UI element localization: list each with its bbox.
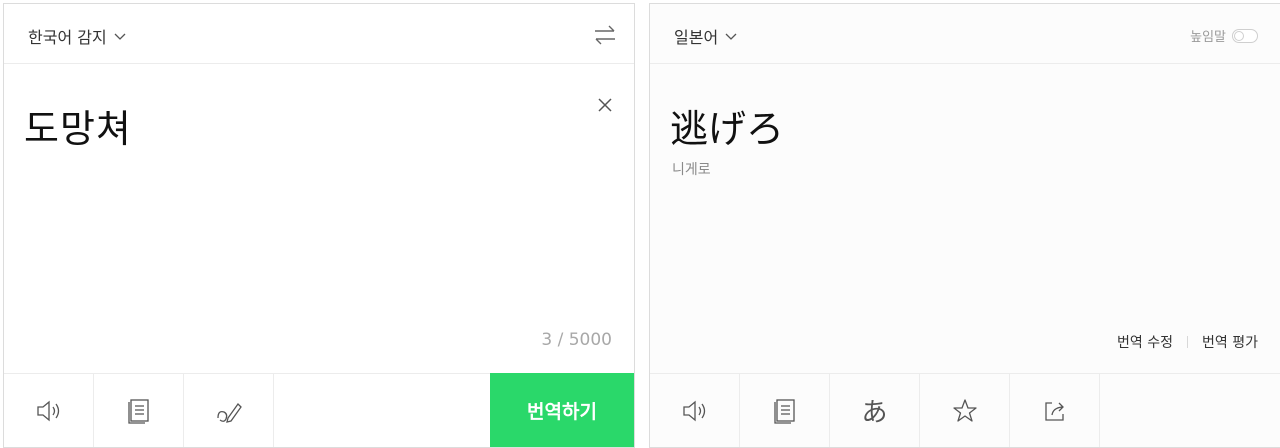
honorific-label: 높임말 — [1190, 30, 1226, 45]
close-icon[interactable] — [596, 96, 614, 114]
source-handwriting-button[interactable] — [184, 374, 274, 447]
translation-text: 逃げろ — [670, 107, 785, 151]
target-toolbar: あ — [650, 373, 1280, 447]
pronunciation-text: 니게로 — [672, 162, 711, 178]
handwriting-icon — [216, 402, 242, 423]
favorite-button[interactable] — [920, 374, 1010, 447]
chevron-down-icon — [725, 33, 737, 40]
speaker-icon — [36, 400, 59, 421]
dictionary-icon — [773, 398, 795, 424]
share-button[interactable] — [1010, 374, 1100, 447]
swap-languages-icon[interactable] — [592, 24, 618, 46]
star-icon — [952, 398, 977, 422]
kana-button[interactable]: あ — [830, 374, 920, 447]
translate-button[interactable]: 번역하기 — [490, 373, 634, 447]
source-header: 한국어 감지 — [4, 4, 634, 64]
dictionary-icon — [127, 398, 149, 424]
honorific-toggle[interactable] — [1232, 28, 1258, 43]
source-listen-button[interactable] — [4, 374, 94, 447]
target-language-select[interactable]: 일본어 — [674, 24, 737, 48]
toggle-knob — [1234, 30, 1244, 41]
target-dictionary-button[interactable] — [740, 374, 830, 447]
rate-translation-link[interactable]: 번역 평가 — [1202, 332, 1258, 352]
target-panel: 일본어 높임말 逃げろ 니게로 번역 수정 번역 평가 あ — [649, 3, 1280, 448]
source-language-select[interactable]: 한국어 감지 — [28, 24, 126, 48]
honorific-toggle-group: 높임말 — [1190, 26, 1258, 45]
divider — [1187, 336, 1189, 348]
target-language-label: 일본어 — [674, 28, 719, 47]
source-dictionary-button[interactable] — [94, 374, 184, 447]
kana-icon: あ — [861, 398, 888, 428]
source-language-label: 한국어 감지 — [28, 28, 107, 47]
target-listen-button[interactable] — [650, 374, 740, 447]
char-count: 3 / 5000 — [541, 330, 612, 350]
feedback-links: 번역 수정 번역 평가 — [1117, 332, 1258, 352]
target-header: 일본어 높임말 — [650, 4, 1280, 64]
source-panel: 한국어 감지 도망쳐 3 / 5000 번역하기 — [3, 3, 635, 448]
speaker-icon — [682, 400, 705, 421]
source-text[interactable]: 도망쳐 — [24, 98, 132, 153]
chevron-down-icon — [114, 33, 126, 40]
share-icon — [1044, 401, 1064, 421]
edit-translation-link[interactable]: 번역 수정 — [1117, 332, 1173, 352]
